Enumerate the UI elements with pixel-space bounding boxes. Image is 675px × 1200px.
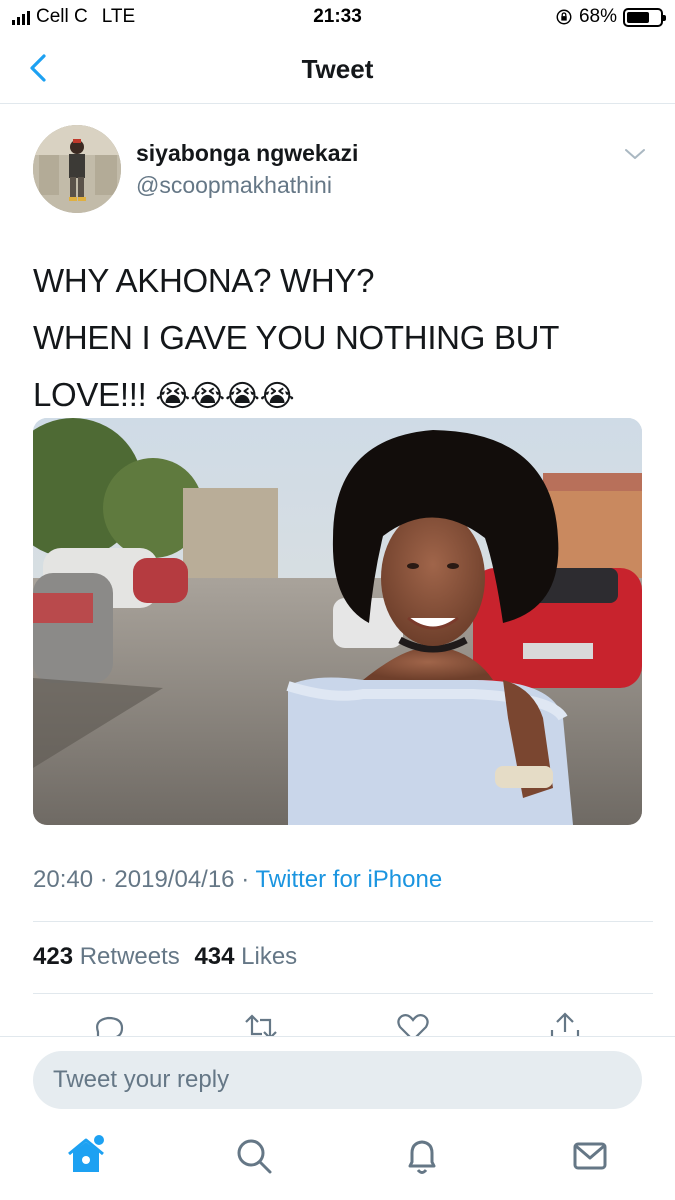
new-content-dot	[94, 1135, 104, 1145]
like-count: 434	[194, 943, 235, 970]
tweet-source-link[interactable]: Twitter for iPhone	[255, 866, 442, 893]
divider	[33, 921, 653, 922]
avatar[interactable]	[33, 125, 121, 213]
tweet-date: 2019/04/16	[114, 866, 235, 893]
tweet-actions	[0, 1006, 675, 1036]
crying-face-emojis: 😭😭😭😭	[155, 379, 295, 414]
retweet-label: Retweets	[79, 943, 180, 970]
tweet-stats: 423 Retweets 434 Likes	[33, 943, 305, 971]
home-icon[interactable]	[64, 1134, 108, 1178]
page-title: Tweet	[301, 54, 374, 84]
tweet-time: 20:40	[33, 866, 94, 893]
tweet-text-line: WHY AKHONA? WHY?	[33, 262, 375, 299]
divider	[33, 993, 653, 994]
reply-icon[interactable]	[92, 1012, 126, 1036]
photo-image	[33, 418, 642, 825]
like-icon[interactable]	[396, 1012, 430, 1036]
orientation-lock-icon	[556, 9, 572, 25]
avatar-image	[33, 125, 121, 213]
tweet-timestamp: 20:40 · 2019/04/16 · Twitter for iPhone	[33, 866, 443, 893]
tweet-detail-screen: Cell C LTE 21:33 68% Tweet siyabonga ngw…	[0, 0, 675, 1200]
tweet-text-line: LOVE!!!	[33, 376, 147, 413]
status-bar: Cell C LTE 21:33 68%	[0, 0, 675, 34]
battery-icon	[623, 7, 666, 27]
reply-composer: Tweet your reply	[0, 1036, 675, 1120]
search-icon[interactable]	[232, 1134, 276, 1178]
author-name[interactable]: siyabonga ngwekazi	[136, 140, 358, 167]
like-label: Likes	[241, 943, 298, 970]
battery-percent: 68%	[578, 6, 617, 27]
retweets-stat[interactable]: 423 Retweets	[33, 943, 180, 970]
navigation-header: Tweet	[0, 34, 675, 104]
retweet-count: 423	[33, 943, 74, 970]
author-handle[interactable]: @scoopmakhathini	[136, 172, 332, 199]
tab-bar	[0, 1120, 675, 1200]
tweet-photo[interactable]	[33, 418, 642, 825]
retweet-icon[interactable]	[244, 1012, 278, 1036]
notifications-icon[interactable]	[400, 1134, 444, 1178]
messages-icon[interactable]	[568, 1134, 612, 1178]
reply-input[interactable]: Tweet your reply	[33, 1051, 642, 1109]
tweet-text: WHY AKHONA? WHY? WHEN I GAVE YOU NOTHING…	[33, 252, 643, 425]
tweet-text-line: WHEN I GAVE YOU NOTHING BUT	[33, 319, 560, 356]
share-icon[interactable]	[548, 1012, 582, 1036]
more-options-chevron-icon[interactable]	[622, 144, 648, 164]
likes-stat[interactable]: 434 Likes	[194, 943, 297, 970]
